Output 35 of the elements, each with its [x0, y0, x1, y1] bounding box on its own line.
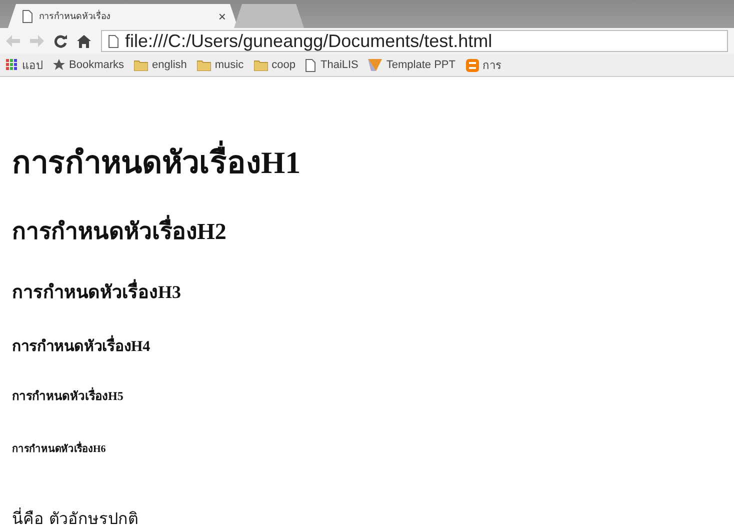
back-icon[interactable] [6, 35, 20, 47]
close-icon[interactable]: × [218, 8, 226, 24]
browser-tab[interactable]: การกำหนดหัวเรื่อง × [8, 4, 238, 28]
bookmark[interactable]: แอป [6, 56, 43, 74]
page-icon [108, 34, 119, 48]
apps-grid-icon [6, 59, 18, 71]
reload-icon[interactable] [54, 34, 67, 48]
folder-icon [196, 60, 211, 70]
folder-icon [254, 60, 268, 70]
bookmark[interactable]: english [134, 59, 187, 71]
heading: การกำหนดหัวเรื่องH3 [12, 277, 722, 306]
bookmark[interactable]: ThaiLIS [305, 58, 358, 72]
heading: การกำหนดหัวเรื่องH4 [12, 334, 722, 358]
bookmark[interactable]: Template PPT [368, 59, 456, 71]
browser-tab[interactable] [234, 4, 304, 28]
forward-icon[interactable] [30, 35, 44, 47]
heading: การกำหนดหัวเรื่องH5 [12, 386, 124, 405]
folder-icon [134, 60, 148, 70]
star-icon [53, 59, 65, 71]
page-icon [22, 10, 33, 22]
tab-title: การกำหนดหัวเรื่อง [39, 9, 110, 23]
bookmark[interactable]: coop [254, 59, 296, 71]
slide-icon [368, 59, 382, 71]
page-icon [305, 58, 316, 72]
bookmark[interactable]: music [196, 59, 244, 71]
heading: การกำหนดหัวเรื่องH2 [12, 213, 722, 249]
heading: การกำหนดหัวเรื่องH6 [12, 441, 722, 456]
home-icon[interactable] [77, 34, 91, 48]
heading: การกำหนดหัวเรื่องH1 [12, 137, 722, 187]
blog-icon [466, 58, 478, 72]
bookmark[interactable]: การ [466, 56, 502, 74]
paragraph: นี่คือ ตัวอักษรปกติ [12, 506, 140, 530]
bookmark[interactable]: Bookmarks [53, 59, 124, 71]
url-text: file:///C:/Users/guneangg/Documents/test.html [125, 30, 492, 52]
address-bar[interactable]: file:///C:/Users/guneangg/Documents/test.html [101, 30, 728, 52]
